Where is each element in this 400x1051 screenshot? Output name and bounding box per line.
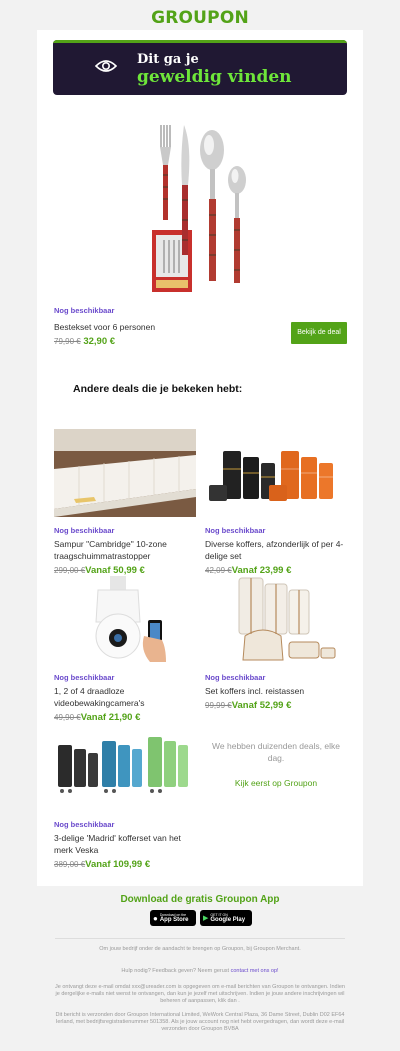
main-deal-title[interactable]: Bestekset voor 6 personen bbox=[54, 321, 155, 333]
deal-price: 42,09 €Vanaf 23,99 € bbox=[205, 565, 347, 576]
cutlery-set-image[interactable] bbox=[152, 125, 252, 325]
deal-old-price: 99,99 € bbox=[205, 701, 232, 710]
hero-line-2: geweldig vinden bbox=[137, 67, 292, 87]
app-badges: ● Download on the App Store ▶ GET IT ON … bbox=[150, 910, 252, 926]
more-deals-block: We hebben duizenden deals, elke dag. Kij… bbox=[205, 740, 347, 788]
deal-new-price: Vanaf 50,99 € bbox=[85, 565, 145, 576]
eye-icon bbox=[95, 60, 117, 72]
view-deal-button[interactable]: Bekijk de deal bbox=[291, 322, 347, 344]
deal-tile-camera[interactable]: Nog beschikbaar 1, 2 of 4 draadloze vide… bbox=[54, 576, 196, 723]
deal-old-price: 389,00 € bbox=[54, 860, 86, 869]
deal-price: 299,00 €Vanaf 50,99 € bbox=[54, 565, 196, 576]
deal-new-price: Vanaf 109,99 € bbox=[85, 859, 151, 870]
deal-title[interactable]: Set koffers incl. reistassen bbox=[205, 685, 347, 697]
deal-tile-luggage-set[interactable]: Nog beschikbaar Set koffers incl. reista… bbox=[205, 576, 347, 711]
deal-availability: Nog beschikbaar bbox=[54, 526, 115, 535]
hero-banner[interactable]: Dit ga je geweldig vinden bbox=[53, 40, 347, 95]
deal-tile-madrid-suitcases[interactable]: Nog beschikbaar 3-delige 'Madrid' koffer… bbox=[54, 723, 196, 870]
main-deal-price: 79,90 € 32,90 € bbox=[54, 336, 115, 347]
footer-divider bbox=[55, 938, 345, 939]
deal-old-price: 299,00 € bbox=[54, 566, 86, 575]
contact-link[interactable]: contact met ons op! bbox=[231, 968, 279, 974]
main-deal-availability: Nog beschikbaar bbox=[54, 306, 115, 315]
suitcases-image bbox=[205, 429, 347, 517]
section-title: Andere deals die je bekeken hebt: bbox=[73, 383, 243, 395]
deal-old-price: 49,90 € bbox=[54, 713, 81, 722]
footer-company-info: Dit bericht is verzonden door Groupon In… bbox=[55, 1012, 345, 1032]
deal-availability: Nog beschikbaar bbox=[54, 820, 115, 829]
groupon-logo[interactable]: GROUPON bbox=[0, 8, 400, 28]
email-card: Dit ga je geweldig vinden Nog beschikbaa… bbox=[37, 30, 363, 886]
footer-help-text: Hulp nodig? Feedback geven? Neem gerust bbox=[121, 968, 230, 974]
hero-accent-strip bbox=[53, 40, 347, 43]
google-play-button[interactable]: ▶ GET IT ON Google Play bbox=[200, 910, 252, 926]
deal-new-price: Vanaf 21,90 € bbox=[80, 712, 141, 723]
deal-price: 49,90 €Vanaf 21,90 € bbox=[54, 712, 196, 723]
deal-availability: Nog beschikbaar bbox=[54, 673, 115, 682]
app-store-label: App Store bbox=[159, 917, 189, 923]
main-deal-old-price: 79,90 € bbox=[54, 337, 81, 346]
main-deal-new-price: 32,90 € bbox=[83, 336, 116, 347]
deal-title[interactable]: 3-delige 'Madrid' kofferset van het merk… bbox=[54, 832, 196, 856]
deal-tile-mattress[interactable]: Nog beschikbaar Sampur "Cambridge" 10-zo… bbox=[54, 429, 196, 576]
hero-line-1: Dit ga je bbox=[137, 52, 199, 67]
footer-help: Hulp nodig? Feedback geven? Neem gerust … bbox=[55, 968, 345, 975]
footer-email-notice: Je ontvangt deze e-mail omdat xxx@ureade… bbox=[55, 984, 345, 1004]
app-store-button[interactable]: ● Download on the App Store bbox=[150, 910, 196, 926]
deal-price: 99,99 €Vanaf 52,99 € bbox=[205, 700, 347, 711]
deal-old-price: 42,09 € bbox=[205, 566, 232, 575]
google-play-label: Google Play bbox=[210, 917, 246, 923]
browse-groupon-link[interactable]: Kijk eerst op Groupon bbox=[205, 778, 347, 788]
deal-title[interactable]: Diverse koffers, afzonderlijk of per 4-d… bbox=[205, 538, 347, 562]
app-download-title: Download de gratis Groupon App bbox=[120, 894, 280, 905]
deal-title[interactable]: 1, 2 of 4 draadloze videobewakingcamera'… bbox=[54, 685, 196, 709]
deal-title[interactable]: Sampur "Cambridge" 10-zone traagschuimma… bbox=[54, 538, 196, 562]
camera-image bbox=[54, 576, 196, 664]
deal-new-price: Vanaf 23,99 € bbox=[231, 565, 292, 576]
mattress-image bbox=[54, 429, 196, 517]
play-icon: ▶ bbox=[203, 915, 209, 922]
footer-merchant-text[interactable]: Om jouw bedrijf onder de aandacht te bre… bbox=[55, 946, 345, 953]
deal-availability: Nog beschikbaar bbox=[205, 673, 266, 682]
madrid-suitcases-image bbox=[54, 723, 196, 811]
deal-new-price: Vanaf 52,99 € bbox=[231, 700, 292, 711]
more-deals-text: We hebben duizenden deals, elke dag. bbox=[212, 741, 340, 763]
apple-icon: ● bbox=[153, 913, 158, 923]
luggage-set-image bbox=[205, 576, 347, 664]
deal-availability: Nog beschikbaar bbox=[205, 526, 266, 535]
deal-price: 389,00 €Vanaf 109,99 € bbox=[54, 859, 196, 870]
deal-tile-suitcases[interactable]: Nog beschikbaar Diverse koffers, afzonde… bbox=[205, 429, 347, 576]
